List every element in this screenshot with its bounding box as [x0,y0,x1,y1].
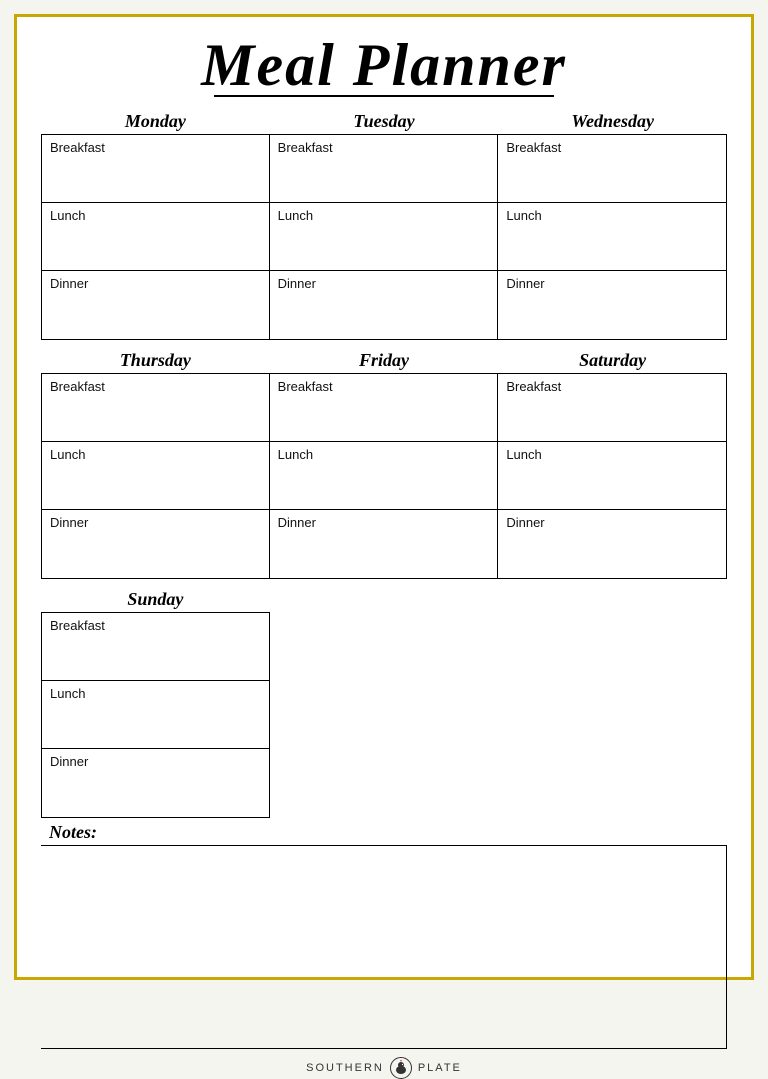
thursday-lunch-cell[interactable]: Lunch [42,442,269,510]
sunday-dinner-label: Dinner [50,754,261,769]
tuesday-breakfast-label: Breakfast [278,140,490,155]
saturday-breakfast-cell[interactable]: Breakfast [498,374,726,442]
day-thursday-header: Thursday [41,346,270,373]
wednesday-dinner-label: Dinner [506,276,718,291]
footer-brand2: PLATE [418,1062,462,1074]
sunday-breakfast-cell[interactable]: Breakfast [42,613,269,681]
day-tuesday-header: Tuesday [270,107,499,134]
saturday-lunch-cell[interactable]: Lunch [498,442,726,510]
notes-header: Notes: [41,818,727,845]
tuesday-lunch-cell[interactable]: Lunch [270,203,498,271]
friday-breakfast-label: Breakfast [278,379,490,394]
sunday-dinner-cell[interactable]: Dinner [42,749,269,817]
day-headers-row1: Monday Tuesday Wednesday [41,107,727,134]
day-cells-row2: Breakfast Lunch Dinner Breakfast Lunch D… [41,373,727,579]
week-row-2: Thursday Friday Saturday Breakfast Lunch… [41,346,727,579]
day-sunday-header: Sunday [41,585,270,612]
monday-breakfast-cell[interactable]: Breakfast [42,135,269,203]
wednesday-breakfast-cell[interactable]: Breakfast [498,135,726,203]
week-row-1: Monday Tuesday Wednesday Breakfast Lunch… [41,107,727,340]
notes-section: Notes: [41,818,727,1049]
monday-dinner-cell[interactable]: Dinner [42,271,269,339]
notes-box[interactable] [41,845,727,1049]
meal-planner-page: Meal Planner Monday Tuesday Wednesday Br… [14,14,754,980]
thursday-breakfast-cell[interactable]: Breakfast [42,374,269,442]
monday-lunch-cell[interactable]: Lunch [42,203,269,271]
monday-dinner-label: Dinner [50,276,261,291]
friday-lunch-cell[interactable]: Lunch [270,442,498,510]
chicken-icon [393,1060,409,1076]
saturday-lunch-label: Lunch [506,447,718,462]
friday-column: Breakfast Lunch Dinner [270,373,499,579]
bottom-section: Sunday Breakfast Lunch Dinner Notes: [41,585,727,1049]
thursday-lunch-label: Lunch [50,447,261,462]
saturday-dinner-cell[interactable]: Dinner [498,510,726,578]
wednesday-lunch-cell[interactable]: Lunch [498,203,726,271]
tuesday-dinner-cell[interactable]: Dinner [270,271,498,339]
friday-dinner-cell[interactable]: Dinner [270,510,498,578]
tuesday-column: Breakfast Lunch Dinner [270,134,499,340]
saturday-breakfast-label: Breakfast [506,379,718,394]
page-title: Meal Planner [201,35,567,95]
tuesday-breakfast-cell[interactable]: Breakfast [270,135,498,203]
thursday-dinner-label: Dinner [50,515,261,530]
footer-logo [390,1057,412,1079]
title-underline [214,95,554,97]
sunday-lunch-cell[interactable]: Lunch [42,681,269,749]
saturday-dinner-label: Dinner [506,515,718,530]
day-friday-header: Friday [270,346,499,373]
tuesday-dinner-label: Dinner [278,276,490,291]
day-monday-header: Monday [41,107,270,134]
footer: SOUTHERN PLATE [306,1057,462,1079]
tuesday-lunch-label: Lunch [278,208,490,223]
day-headers-row2: Thursday Friday Saturday [41,346,727,373]
sunday-breakfast-label: Breakfast [50,618,261,633]
day-saturday-header: Saturday [498,346,727,373]
sunday-column: Breakfast Lunch Dinner [41,612,270,818]
friday-breakfast-cell[interactable]: Breakfast [270,374,498,442]
saturday-column: Breakfast Lunch Dinner [498,373,727,579]
wednesday-column: Breakfast Lunch Dinner [498,134,727,340]
friday-dinner-label: Dinner [278,515,490,530]
sunday-section: Sunday Breakfast Lunch Dinner [41,585,270,818]
monday-column: Breakfast Lunch Dinner [41,134,270,340]
wednesday-dinner-cell[interactable]: Dinner [498,271,726,339]
thursday-dinner-cell[interactable]: Dinner [42,510,269,578]
friday-lunch-label: Lunch [278,447,490,462]
day-cells-row1: Breakfast Lunch Dinner Breakfast Lunch D… [41,134,727,340]
footer-brand: SOUTHERN [306,1062,384,1074]
monday-lunch-label: Lunch [50,208,261,223]
sunday-lunch-label: Lunch [50,686,261,701]
wednesday-breakfast-label: Breakfast [506,140,718,155]
day-wednesday-header: Wednesday [498,107,727,134]
thursday-breakfast-label: Breakfast [50,379,261,394]
wednesday-lunch-label: Lunch [506,208,718,223]
thursday-column: Breakfast Lunch Dinner [41,373,270,579]
monday-breakfast-label: Breakfast [50,140,261,155]
